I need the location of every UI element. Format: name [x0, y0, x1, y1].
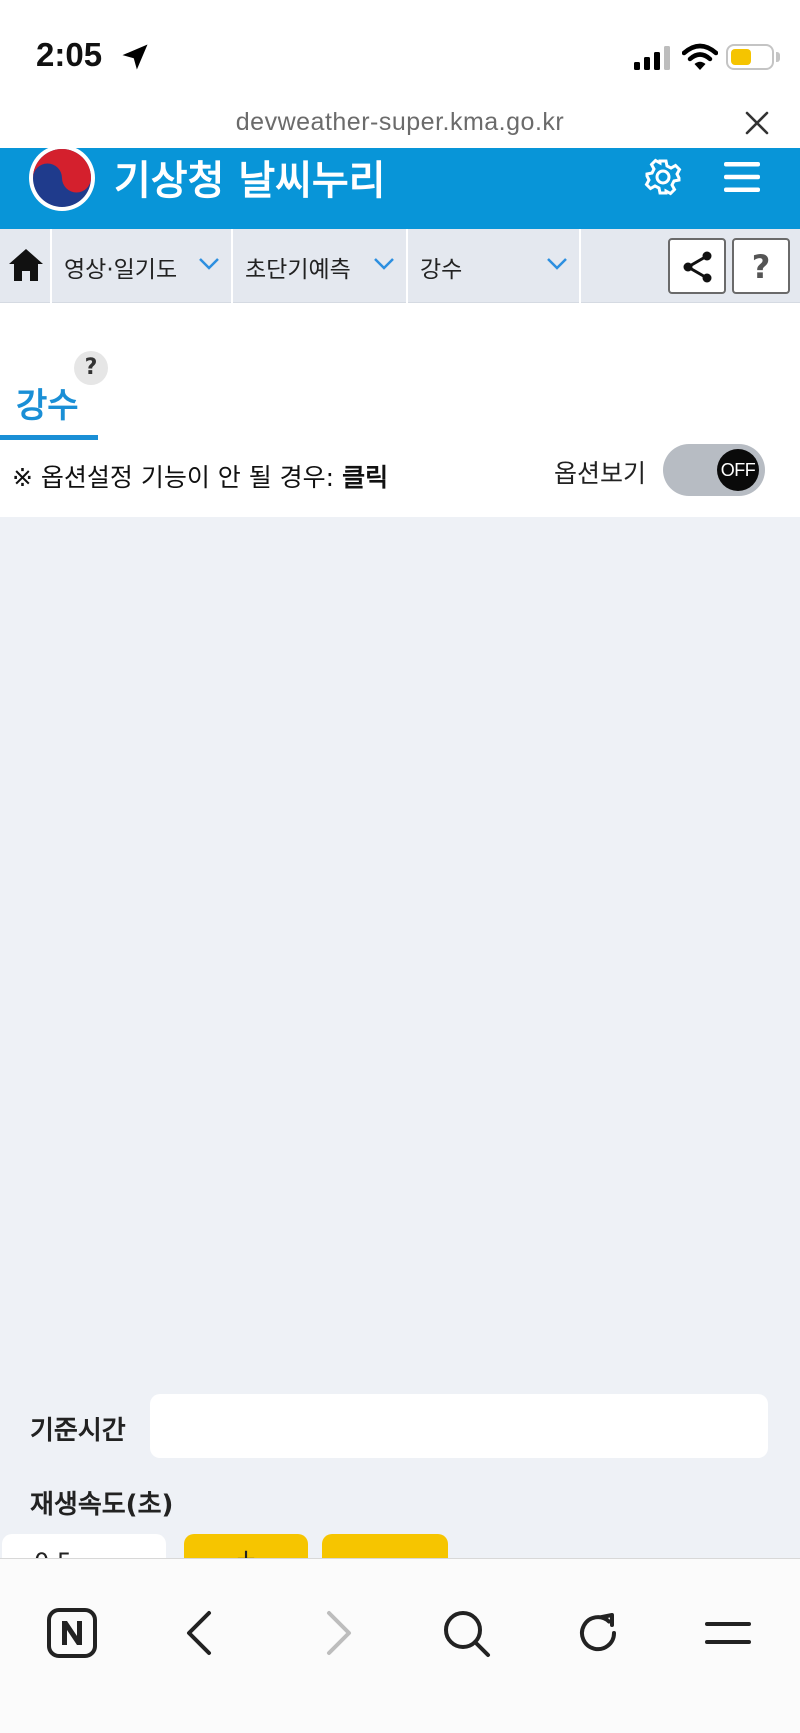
- notice-click-link[interactable]: 클릭: [342, 463, 388, 492]
- notice-text: ※ 옵션설정 기능이 안 될 경우:: [12, 463, 343, 492]
- playback-speed-label: 재생속도(초): [30, 1490, 174, 1520]
- status-bar: 2:05: [0, 0, 800, 100]
- battery-cap: [776, 52, 780, 62]
- close-icon[interactable]: [744, 110, 770, 136]
- url-bar[interactable]: devweather-super.kma.go.kr: [0, 100, 800, 148]
- map-area: [0, 517, 800, 1377]
- gear-icon[interactable]: [644, 158, 682, 196]
- chevron-down-icon: [374, 258, 394, 270]
- option-view-label: 옵션보기: [554, 459, 647, 488]
- home-icon: [9, 249, 43, 281]
- cellular-signal-icon: [634, 46, 670, 70]
- home-button[interactable]: [0, 229, 52, 303]
- status-time: 2:05: [36, 36, 103, 73]
- nav-dropdown-label: 초단기예측: [245, 257, 351, 283]
- nav-bar: 영상·일기도 초단기예측 강수 ?: [0, 229, 800, 303]
- share-button[interactable]: [668, 238, 726, 294]
- base-time-field[interactable]: [150, 1394, 768, 1458]
- nav-dropdown-imagery[interactable]: 영상·일기도: [52, 229, 233, 303]
- reload-icon[interactable]: [572, 1607, 624, 1659]
- help-badge[interactable]: ?: [74, 351, 108, 385]
- chevron-down-icon: [547, 258, 567, 270]
- content-header: 강수 ? ※ 옵션설정 기능이 안 될 경우: 클릭 옵션보기 OFF: [0, 303, 800, 517]
- search-icon[interactable]: [440, 1607, 492, 1659]
- battery-level: [731, 49, 751, 65]
- forward-icon[interactable]: [310, 1607, 362, 1659]
- help-button-label: ?: [751, 248, 771, 286]
- toggle-knob: OFF: [717, 449, 759, 491]
- location-arrow-icon: [122, 44, 148, 70]
- nav-dropdown-label: 강수: [420, 257, 463, 283]
- site-header: 기상청 날씨누리: [0, 145, 800, 229]
- help-button[interactable]: ?: [732, 238, 790, 294]
- option-view-toggle[interactable]: OFF: [663, 444, 765, 496]
- battery-icon: [726, 44, 774, 70]
- option-notice: ※ 옵션설정 기능이 안 될 경우: 클릭: [12, 458, 388, 494]
- menu-icon[interactable]: [702, 1607, 754, 1659]
- chevron-down-icon: [199, 258, 219, 270]
- hamburger-menu-icon[interactable]: [722, 160, 762, 194]
- url-domain[interactable]: devweather-super.kma.go.kr: [0, 108, 800, 137]
- tab-precipitation[interactable]: 강수: [16, 378, 79, 427]
- naver-n-icon[interactable]: [46, 1607, 98, 1659]
- tab-underline: [0, 435, 98, 440]
- wifi-icon: [682, 43, 718, 70]
- nav-dropdown-precipitation[interactable]: 강수: [408, 229, 581, 303]
- share-icon: [683, 251, 712, 283]
- site-title[interactable]: 기상청 날씨누리: [114, 148, 386, 206]
- base-time-label: 기준시간: [30, 1416, 126, 1446]
- back-icon[interactable]: [176, 1607, 228, 1659]
- browser-toolbar: [0, 1558, 800, 1733]
- kma-logo[interactable]: [28, 144, 96, 212]
- nav-dropdown-nowcast[interactable]: 초단기예측: [233, 229, 408, 303]
- nav-dropdown-label: 영상·일기도: [64, 257, 178, 283]
